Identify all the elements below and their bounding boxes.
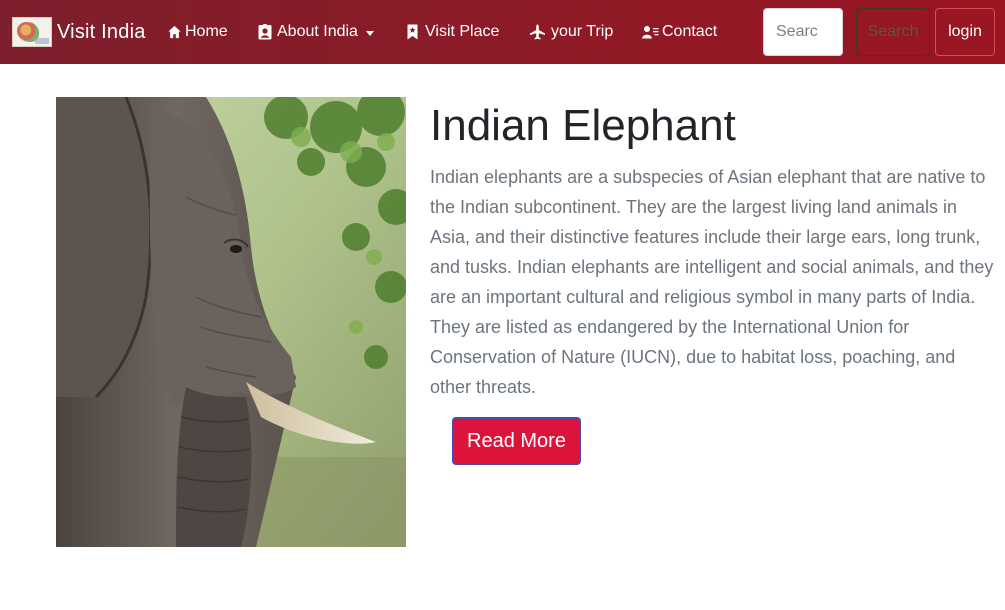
nav-visit-place-label: Visit Place: [425, 23, 500, 40]
login-button[interactable]: login: [935, 8, 995, 56]
person-lines-icon: [642, 26, 659, 39]
brand-name: Visit India: [57, 20, 146, 43]
nav-visit-place[interactable]: Visit Place: [406, 20, 499, 44]
nav-about-label: About India: [277, 23, 358, 40]
nav-your-trip[interactable]: your Trip: [529, 20, 613, 44]
read-more-button[interactable]: Read More: [452, 417, 581, 465]
brand-link[interactable]: Visit India: [12, 15, 146, 49]
nav-contact[interactable]: Contact: [642, 20, 717, 44]
search-button[interactable]: Search: [856, 8, 930, 56]
india-map-logo: [12, 17, 52, 47]
nav-home-label: Home: [185, 23, 228, 40]
page-title: Indian Elephant: [430, 101, 736, 150]
house-icon: [168, 25, 181, 39]
nav-about-india[interactable]: About India: [258, 20, 374, 44]
person-badge-icon: [258, 24, 272, 40]
nav-home[interactable]: Home: [167, 20, 228, 44]
elephant-photo: [56, 97, 406, 547]
article-description: Indian elephants are a subspecies of Asi…: [430, 167, 994, 397]
chevron-down-icon: [365, 30, 374, 36]
navbar: Visit India Home About India Visit Place…: [0, 0, 1005, 64]
nav-your-trip-label: your Trip: [551, 23, 614, 40]
nav-contact-label: Contact: [662, 23, 718, 40]
airplane-icon: [530, 24, 545, 40]
search-input[interactable]: [763, 8, 843, 56]
bookmark-icon: [407, 24, 418, 40]
